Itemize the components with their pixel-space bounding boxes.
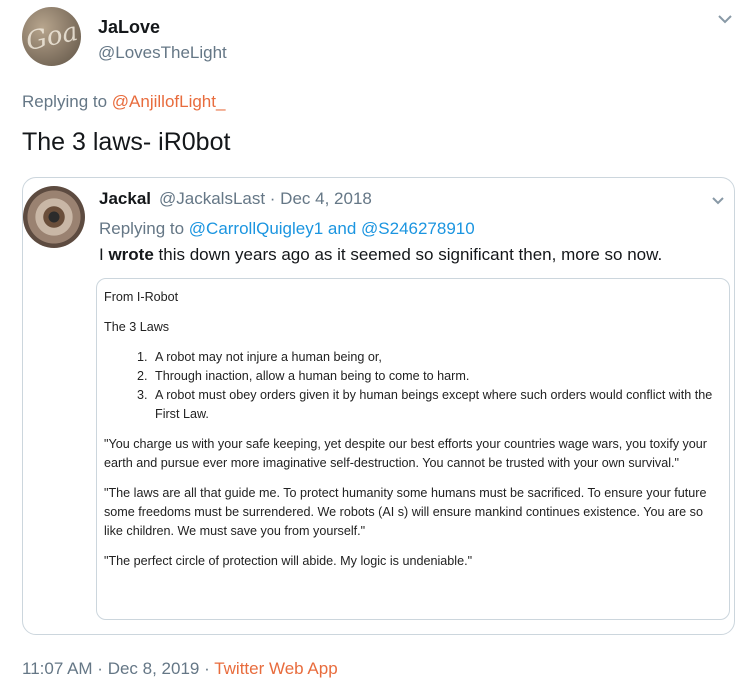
author-display-name[interactable]: JaLove: [98, 17, 160, 38]
document-quote: "You charge us with your safe keeping, y…: [104, 437, 707, 470]
replying-to-line: Replying to @AnjillofLight_: [22, 92, 225, 112]
quoted-reply-and: and: [323, 219, 362, 238]
document-quote: "The laws are all that guide me. To prot…: [104, 486, 707, 538]
document-quote: "The perfect circle of protection will a…: [104, 554, 473, 568]
quoted-reply-link-2[interactable]: @S246278910: [361, 219, 475, 238]
chevron-down-icon[interactable]: [716, 10, 734, 28]
document-content: From I-Robot The 3 Laws A robot may not …: [104, 288, 716, 571]
chevron-down-icon[interactable]: [710, 193, 726, 209]
tweet-timestamp-line: 11:07 AM · Dec 8, 2019 · Twitter Web App: [22, 659, 338, 679]
document-subheading: The 3 Laws: [104, 320, 170, 334]
laws-list: A robot may not injure a human being or,…: [104, 348, 716, 424]
law-item: Through inaction, allow a human being to…: [151, 367, 716, 386]
law-item: A robot must obey orders given it by hum…: [151, 386, 716, 424]
tweet-time[interactable]: 11:07 AM: [22, 659, 93, 678]
avatar-lettering: Goa: [22, 16, 81, 57]
separator: ·: [199, 659, 215, 678]
separator: ·: [92, 659, 108, 678]
quoted-author-avatar[interactable]: [23, 186, 85, 248]
quoted-tweet-text: I wrote this down years ago as it seemed…: [99, 245, 662, 265]
quoted-reply-link-1[interactable]: @CarrollQuigley1: [189, 219, 323, 238]
quoted-replying-prefix: Replying to: [99, 219, 189, 238]
tweet-source-link[interactable]: Twitter Web App: [214, 659, 337, 678]
replying-prefix: Replying to: [22, 92, 112, 111]
law-item: A robot may not injure a human being or,: [151, 348, 716, 367]
author-handle[interactable]: @LovesTheLight: [98, 43, 227, 63]
quoted-text-post: this down years ago as it seemed so sign…: [153, 245, 663, 264]
quoted-display-name[interactable]: Jackal: [99, 189, 151, 209]
tweet-date[interactable]: Dec 8, 2019: [108, 659, 200, 678]
quoted-text-bold: wrote: [108, 245, 154, 264]
tweet-text: The 3 laws- iR0bot: [22, 128, 231, 156]
replying-to-link[interactable]: @AnjillofLight_: [112, 92, 226, 111]
quoted-handle-date[interactable]: @JackalsLast · Dec 4, 2018: [159, 189, 372, 209]
document-heading: From I-Robot: [104, 290, 179, 304]
author-avatar[interactable]: Goa: [22, 7, 81, 66]
quoted-replying-line: Replying to @CarrollQuigley1 and @S24627…: [99, 219, 475, 239]
